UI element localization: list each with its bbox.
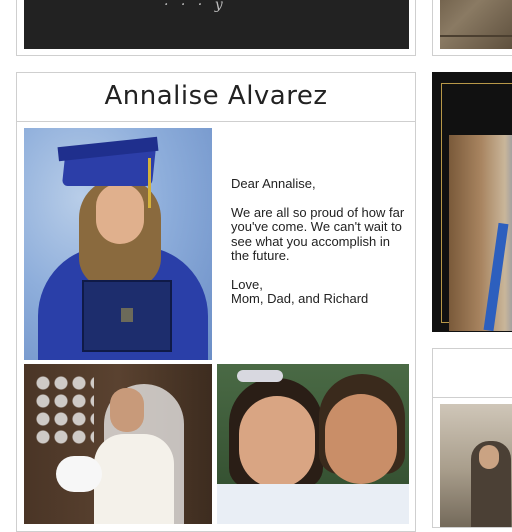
memory-card-annalise[interactable]: Annalise Alvarez Dear Annalise, We are a… [16, 72, 416, 532]
message-signature: Mom, Dad, and Richard [231, 291, 369, 306]
message-greeting: Dear Annalise, [231, 176, 316, 191]
childhood-photo[interactable] [217, 364, 409, 524]
photo-face [479, 445, 499, 469]
card-message: Dear Annalise, We are all so proud of ho… [231, 176, 407, 321]
card-title: Annalise Alvarez [104, 81, 328, 111]
card-title-bar [433, 349, 512, 398]
memory-card-right-bottom[interactable] [432, 348, 512, 528]
communion-photo[interactable] [24, 364, 212, 524]
memory-card-right-dark[interactable] [432, 72, 512, 332]
message-closing: Love, [231, 276, 263, 292]
card-photo [440, 0, 512, 49]
graduation-photo[interactable] [24, 128, 212, 360]
card-title-bar: Annalise Alvarez [17, 73, 415, 122]
message-body: We are all so proud of how far you've co… [231, 204, 405, 263]
card-banner-image: · · · y [24, 0, 409, 49]
banner-script-text: · · · y [164, 0, 227, 13]
memory-card-top-right[interactable] [432, 0, 512, 56]
memory-card-top[interactable]: · · · y [16, 0, 416, 56]
